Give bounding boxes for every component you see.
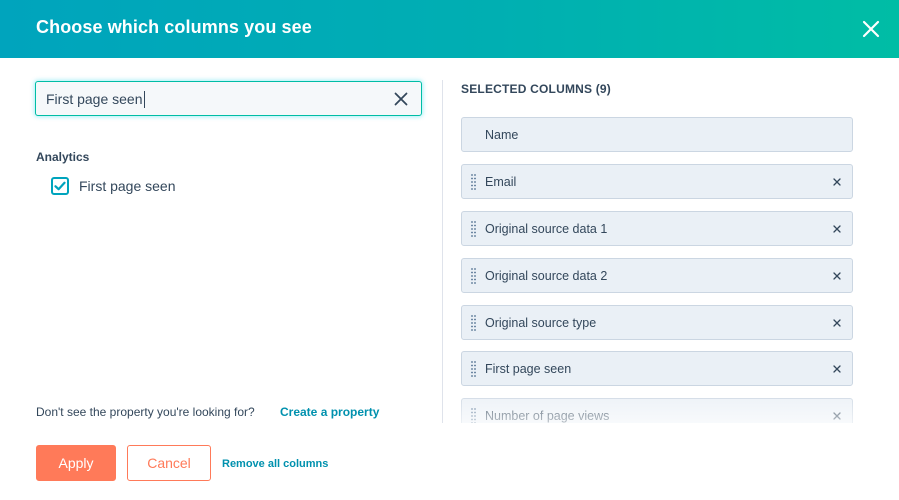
drag-handle-icon[interactable]: [471, 315, 476, 331]
column-label: Original source type: [485, 316, 597, 330]
remove-column-icon[interactable]: [833, 412, 841, 420]
close-icon[interactable]: [861, 19, 881, 39]
dialog-header: Choose which columns you see: [0, 0, 899, 58]
search-input[interactable]: First page seen: [35, 81, 422, 116]
column-label: Email: [485, 175, 517, 189]
selected-column-original-source-data-2[interactable]: Original source data 2: [461, 258, 853, 293]
remove-column-icon[interactable]: [833, 225, 841, 233]
cancel-button[interactable]: Cancel: [127, 445, 211, 481]
remove-column-icon[interactable]: [833, 272, 841, 280]
first-page-seen-option-label[interactable]: First page seen: [79, 178, 176, 194]
clear-icon[interactable]: [394, 92, 408, 106]
column-label: Name: [485, 128, 519, 142]
selected-columns-heading: SELECTED COLUMNS (9): [461, 82, 612, 96]
column-label: Original source data 1: [485, 222, 608, 236]
first-page-seen-checkbox[interactable]: [51, 177, 69, 195]
drag-handle-icon[interactable]: [471, 361, 476, 377]
column-label: Number of page views: [485, 409, 610, 423]
checkmark-icon: [54, 181, 66, 191]
dialog-title: Choose which columns you see: [36, 17, 312, 37]
panel-divider: [442, 80, 443, 423]
selected-column-first-page-seen[interactable]: First page seen: [461, 351, 853, 386]
missing-property-hint: Don't see the property you're looking fo…: [36, 405, 255, 419]
create-property-link[interactable]: Create a property: [280, 405, 379, 419]
column-label: Original source data 2: [485, 269, 608, 283]
search-input-value: First page seen: [46, 91, 145, 108]
selected-column-name: Name: [461, 117, 853, 152]
drag-handle-icon[interactable]: [471, 408, 476, 423]
remove-column-icon[interactable]: [833, 319, 841, 327]
selected-column-original-source-data-1[interactable]: Original source data 1: [461, 211, 853, 246]
remove-column-icon[interactable]: [833, 178, 841, 186]
results-group-label: Analytics: [36, 150, 90, 164]
remove-all-columns-link[interactable]: Remove all columns: [222, 458, 328, 470]
selected-column-number-of-page-views[interactable]: Number of page views: [461, 398, 853, 423]
drag-handle-icon[interactable]: [471, 221, 476, 237]
remove-column-icon[interactable]: [833, 365, 841, 373]
drag-handle-icon[interactable]: [471, 174, 476, 190]
apply-button[interactable]: Apply: [36, 445, 116, 481]
selected-column-email[interactable]: Email: [461, 164, 853, 199]
column-label: First page seen: [485, 362, 572, 376]
selected-column-original-source-type[interactable]: Original source type: [461, 305, 853, 340]
selected-columns-list[interactable]: Name Email Original source data 1 Origin…: [461, 117, 864, 423]
drag-handle-icon[interactable]: [471, 268, 476, 284]
